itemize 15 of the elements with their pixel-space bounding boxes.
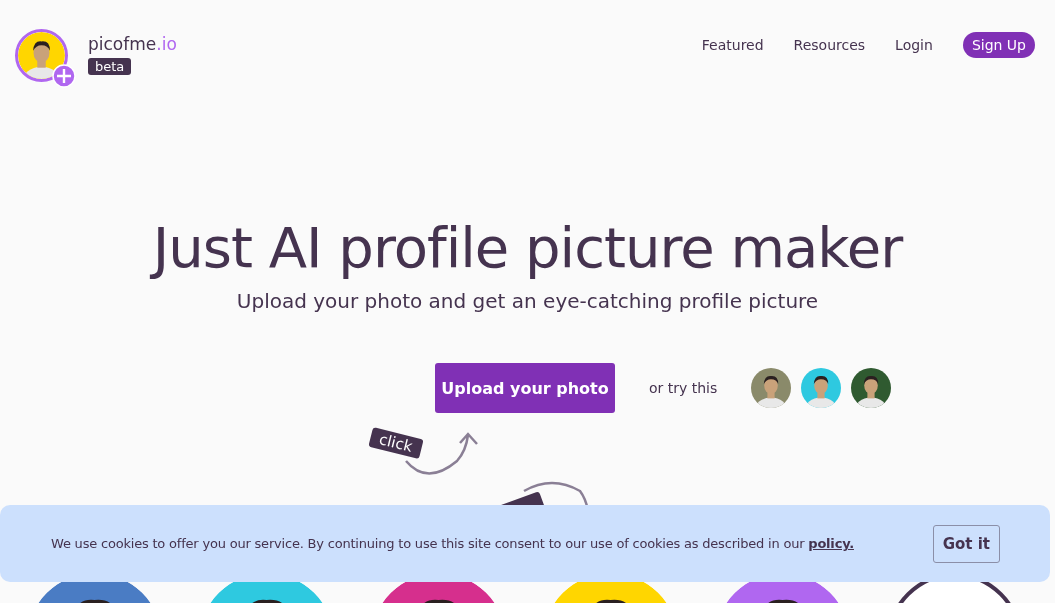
upload-button[interactable]: Upload your photo bbox=[435, 363, 615, 413]
plus-icon[interactable] bbox=[52, 63, 76, 88]
hero-title: Just AI profile picture maker bbox=[0, 213, 1055, 283]
got-it-button[interactable]: Got it bbox=[932, 524, 1000, 563]
cookie-text: We use cookies to offer you our service. By continuing to use this site consent to our use of cookies as described in our policy. bbox=[51, 536, 854, 551]
sign-up-button[interactable]: Sign Up bbox=[962, 32, 1035, 58]
policy-link[interactable]: policy. bbox=[808, 536, 854, 551]
beta-badge: beta bbox=[88, 57, 132, 75]
brand-name[interactable]: picofme.io bbox=[88, 33, 177, 54]
try-label: or try this bbox=[649, 380, 718, 396]
hero-subtitle: Upload your photo and get an eye-catching profile picture bbox=[235, 289, 820, 313]
nav-link[interactable]: Featured bbox=[701, 37, 764, 53]
click-tag: click bbox=[368, 427, 424, 459]
nav-link[interactable]: Resources bbox=[793, 37, 866, 53]
nav-link[interactable]: Login bbox=[895, 37, 933, 53]
